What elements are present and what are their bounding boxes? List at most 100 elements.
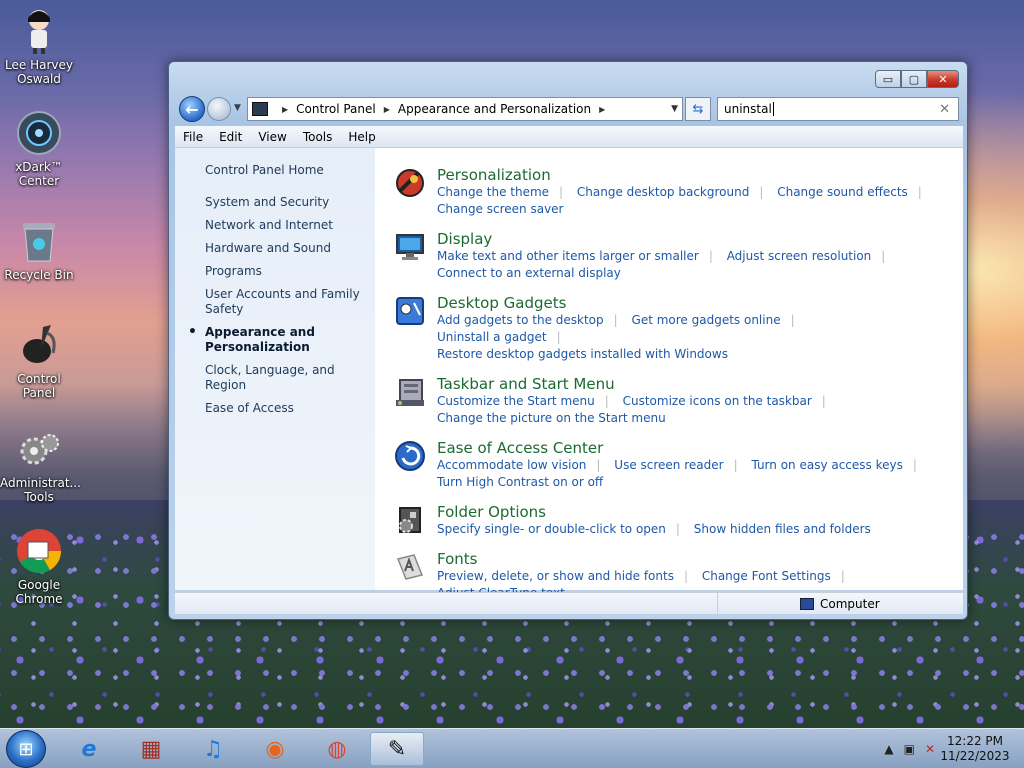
taskbar-control-panel[interactable]: ✎ [370,732,424,766]
link-high-contrast[interactable]: Turn High Contrast on or off [437,475,603,489]
desktop-icon-xdark-center[interactable]: xDark™ Center [0,110,78,188]
menu-file[interactable]: File [175,130,211,144]
taskbar: ⊞ e ▦ ♫ ◉ ◍ ✎ ▲ ▣ ✕ 12:22 PM 11/22/2023 [0,728,1024,768]
desktop-icon-administrative-tools[interactable]: Administrat... Tools [0,426,81,504]
nav-user-accounts[interactable]: User Accounts and Family Safety [205,287,365,317]
clock[interactable]: 12:22 PM 11/22/2023 [940,734,1010,764]
link-preview-fonts[interactable]: Preview, delete, or show and hide fonts [437,569,674,583]
clear-search-button[interactable]: ✕ [939,102,950,117]
category-folder-options: Folder Options Specify single- or double… [393,503,963,538]
clock-time: 12:22 PM [947,734,1003,748]
taskbar-firefox[interactable]: ◉ [248,732,302,766]
volume-muted-icon[interactable]: ✕ [925,742,935,756]
nav-clock-language-region[interactable]: Clock, Language, and Region [205,363,365,393]
caption-buttons: ▭ ▢ ✕ [875,70,959,88]
link-get-more-gadgets[interactable]: Get more gadgets online [632,313,781,327]
link-easy-access-keys[interactable]: Turn on easy access keys [751,458,902,472]
link-low-vision[interactable]: Accommodate low vision [437,458,586,472]
nav-hardware-and-sound[interactable]: Hardware and Sound [205,241,365,256]
link-customize-taskbar-icons[interactable]: Customize icons on the taskbar [623,394,812,408]
recycle-bin-icon [16,218,62,264]
forward-button[interactable] [207,97,231,121]
menu-tools[interactable]: Tools [295,130,341,144]
menu-edit[interactable]: Edit [211,130,250,144]
category-title[interactable]: Ease of Access Center [437,439,937,457]
link-customize-start-menu[interactable]: Customize the Start menu [437,394,595,408]
category-ease-of-access-center: Ease of Access Center Accommodate low vi… [393,439,963,491]
link-start-menu-picture[interactable]: Change the picture on the Start menu [437,411,666,425]
category-title[interactable]: Display [437,230,937,248]
address-bar[interactable]: ▶ Control Panel ▶ Appearance and Persona… [247,97,683,121]
breadcrumb-control-panel[interactable]: Control Panel [296,102,376,116]
menu-view[interactable]: View [250,130,294,144]
control-panel-window[interactable]: ▭ ▢ ✕ ← ▼ ▶ Control Panel ▶ Appearance a… [168,61,968,620]
category-display: Display Make text and other items larger… [393,230,963,282]
category-list: Personalization Change the theme | Change… [375,148,963,600]
nav-ease-of-access[interactable]: Ease of Access [205,401,365,416]
nav-system-and-security[interactable]: System and Security [205,195,365,210]
link-change-desktop-background[interactable]: Change desktop background [577,185,749,199]
desktop-icon-label: xDark™ Center [15,160,63,188]
category-title[interactable]: Taskbar and Start Menu [437,375,937,393]
category-personalization: Personalization Change the theme | Change… [393,166,963,218]
link-font-settings[interactable]: Change Font Settings [702,569,831,583]
taskbar-archive-app[interactable]: ▦ [124,732,178,766]
link-change-screen-saver[interactable]: Change screen saver [437,202,564,216]
refresh-icon: ⇆ [692,101,704,117]
taskbar-icon [393,375,427,409]
desktop-icon-control-panel[interactable]: Control Panel [0,322,78,400]
link-screen-reader[interactable]: Use screen reader [614,458,723,472]
breadcrumb-separator[interactable]: ▶ [599,105,605,114]
nav-programs[interactable]: Programs [205,264,365,279]
content-area: Control Panel Home System and Security N… [175,148,963,600]
link-add-gadgets[interactable]: Add gadgets to the desktop [437,313,604,327]
maximize-button[interactable]: ▢ [901,70,927,88]
close-button[interactable]: ✕ [927,70,959,88]
display-monitor-icon [393,230,427,264]
network-icon[interactable]: ▣ [904,742,915,756]
address-dropdown-button[interactable]: ▼ [671,104,678,114]
link-external-display[interactable]: Connect to an external display [437,266,621,280]
menu-bar: File Edit View Tools Help [175,126,963,148]
recent-pages-dropdown[interactable]: ▼ [234,103,241,113]
category-desktop-gadgets: Desktop Gadgets Add gadgets to the deskt… [393,294,963,363]
refresh-button[interactable]: ⇆ [685,97,711,121]
link-change-sound-effects[interactable]: Change sound effects [777,185,908,199]
category-title[interactable]: Personalization [437,166,937,184]
control-panel-icon [16,322,62,368]
desktop-icon-google-chrome[interactable]: Google Chrome [0,528,78,606]
minimize-button[interactable]: ▭ [875,70,901,88]
desktop-icon-recycle-bin[interactable]: Recycle Bin [0,218,78,282]
taskbar-chrome[interactable]: ◍ [310,732,364,766]
nav-network-and-internet[interactable]: Network and Internet [205,218,365,233]
desktop-icon-label: Google Chrome [15,578,63,606]
link-screen-resolution[interactable]: Adjust screen resolution [727,249,872,263]
start-button[interactable]: ⊞ [6,730,46,768]
taskbar-music-app[interactable]: ♫ [186,732,240,766]
link-single-double-click[interactable]: Specify single- or double-click to open [437,522,666,536]
status-location-text: Computer [820,597,880,611]
category-title[interactable]: Desktop Gadgets [437,294,937,312]
breadcrumb-appearance-and-personalization[interactable]: Appearance and Personalization [398,102,591,116]
clock-date: 11/22/2023 [940,749,1010,763]
search-input-value: uninstal [724,102,772,116]
category-title[interactable]: Folder Options [437,503,937,521]
category-title[interactable]: Fonts [437,550,937,568]
control-panel-folder-icon [252,102,268,116]
link-uninstall-gadget[interactable]: Uninstall a gadget [437,330,547,344]
link-restore-gadgets[interactable]: Restore desktop gadgets installed with W… [437,347,728,361]
back-button[interactable]: ← [179,96,205,122]
link-change-theme[interactable]: Change the theme [437,185,549,199]
taskbar-internet-explorer[interactable]: e [62,732,116,766]
search-input[interactable]: uninstal ✕ [717,97,959,121]
control-panel-home-link[interactable]: Control Panel Home [205,163,375,177]
link-show-hidden-files[interactable]: Show hidden files and folders [694,522,871,536]
breadcrumb-separator[interactable]: ▶ [282,105,288,114]
nav-appearance-and-personalization[interactable]: Appearance and Personalization [188,325,365,355]
link-text-size[interactable]: Make text and other items larger or smal… [437,249,699,263]
menu-help[interactable]: Help [340,130,383,144]
show-hidden-icons-arrow[interactable]: ▲ [884,742,893,756]
system-tray: ▲ ▣ ✕ 12:22 PM 11/22/2023 [879,729,1024,768]
desktop-icon-lee-harvey-oswald[interactable]: Lee Harvey Oswald [0,8,78,86]
breadcrumb-separator[interactable]: ▶ [384,105,390,114]
